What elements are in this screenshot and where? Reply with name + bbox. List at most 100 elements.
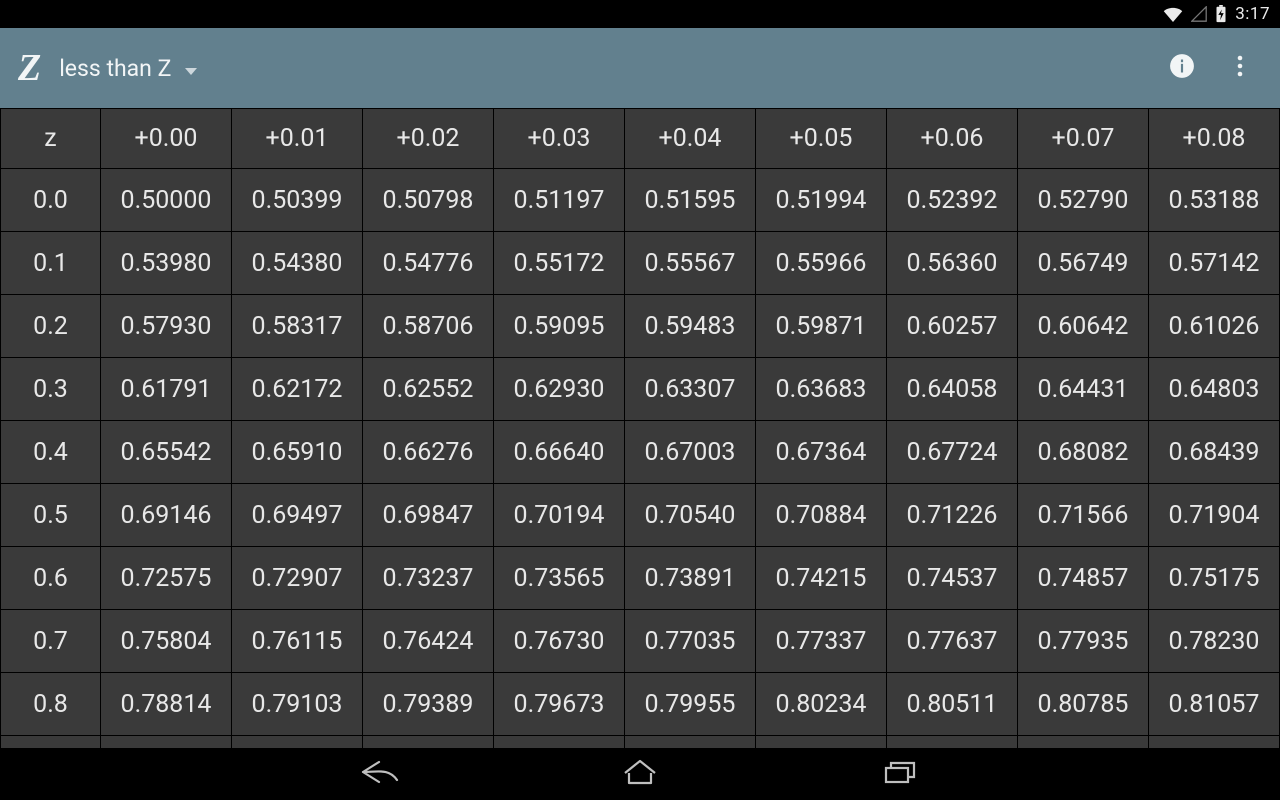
z-cell[interactable]: 0.55966 — [756, 232, 887, 295]
z-cell[interactable]: 0.54776 — [363, 232, 494, 295]
z-cell[interactable]: 0.55567 — [625, 232, 756, 295]
z-cell[interactable]: 0.58317 — [232, 295, 363, 358]
z-cell[interactable]: 0.67003 — [625, 421, 756, 484]
z-cell[interactable]: 0.66640 — [494, 421, 625, 484]
z-cell[interactable] — [887, 736, 1018, 749]
z-cell[interactable]: 0.68439 — [1149, 421, 1280, 484]
z-cell[interactable]: 0.70194 — [494, 484, 625, 547]
row-z-label[interactable]: 0.1 — [1, 232, 101, 295]
z-cell[interactable]: 0.81057 — [1149, 673, 1280, 736]
z-cell[interactable]: 0.57142 — [1149, 232, 1280, 295]
z-cell[interactable]: 0.59095 — [494, 295, 625, 358]
z-cell[interactable]: 0.51197 — [494, 169, 625, 232]
z-cell[interactable] — [101, 736, 232, 749]
z-cell[interactable]: 0.69847 — [363, 484, 494, 547]
z-cell[interactable]: 0.80785 — [1018, 673, 1149, 736]
z-cell[interactable]: 0.79955 — [625, 673, 756, 736]
z-cell[interactable]: 0.73237 — [363, 547, 494, 610]
z-cell[interactable] — [1018, 736, 1149, 749]
z-cell[interactable]: 0.65542 — [101, 421, 232, 484]
z-cell[interactable]: 0.76730 — [494, 610, 625, 673]
z-cell[interactable]: 0.58706 — [363, 295, 494, 358]
z-cell[interactable]: 0.56749 — [1018, 232, 1149, 295]
z-cell[interactable]: 0.80511 — [887, 673, 1018, 736]
z-cell[interactable]: 0.69497 — [232, 484, 363, 547]
z-cell[interactable]: 0.62172 — [232, 358, 363, 421]
z-cell[interactable]: 0.77935 — [1018, 610, 1149, 673]
z-cell[interactable]: 0.53188 — [1149, 169, 1280, 232]
z-cell[interactable]: 0.77035 — [625, 610, 756, 673]
z-cell[interactable] — [363, 736, 494, 749]
z-cell[interactable]: 0.54380 — [232, 232, 363, 295]
row-z-label[interactable]: 0.3 — [1, 358, 101, 421]
z-cell[interactable]: 0.50798 — [363, 169, 494, 232]
z-cell[interactable]: 0.74215 — [756, 547, 887, 610]
z-cell[interactable]: 0.66276 — [363, 421, 494, 484]
row-z-label[interactable]: 0.7 — [1, 610, 101, 673]
z-cell[interactable]: 0.61791 — [101, 358, 232, 421]
row-z-label[interactable]: 0.8 — [1, 673, 101, 736]
z-cell[interactable]: 0.78230 — [1149, 610, 1280, 673]
z-cell[interactable]: 0.70540 — [625, 484, 756, 547]
z-cell[interactable] — [756, 736, 887, 749]
z-cell[interactable]: 0.79389 — [363, 673, 494, 736]
z-cell[interactable]: 0.61026 — [1149, 295, 1280, 358]
z-cell[interactable]: 0.64058 — [887, 358, 1018, 421]
z-cell[interactable]: 0.56360 — [887, 232, 1018, 295]
z-cell[interactable]: 0.68082 — [1018, 421, 1149, 484]
row-z-label[interactable]: 0.0 — [1, 169, 101, 232]
z-cell[interactable]: 0.76115 — [232, 610, 363, 673]
z-cell[interactable]: 0.50399 — [232, 169, 363, 232]
z-cell[interactable]: 0.62930 — [494, 358, 625, 421]
z-cell[interactable]: 0.76424 — [363, 610, 494, 673]
z-cell[interactable]: 0.79673 — [494, 673, 625, 736]
z-cell[interactable] — [494, 736, 625, 749]
recents-button[interactable] — [870, 752, 930, 796]
home-button[interactable] — [610, 752, 670, 796]
z-cell[interactable] — [232, 736, 363, 749]
back-button[interactable] — [350, 752, 410, 796]
z-cell[interactable]: 0.72907 — [232, 547, 363, 610]
z-cell[interactable]: 0.75175 — [1149, 547, 1280, 610]
z-cell[interactable]: 0.74537 — [887, 547, 1018, 610]
info-button[interactable] — [1160, 46, 1204, 90]
z-cell[interactable]: 0.72575 — [101, 547, 232, 610]
z-cell[interactable]: 0.63307 — [625, 358, 756, 421]
z-cell[interactable]: 0.80234 — [756, 673, 887, 736]
z-cell[interactable]: 0.53980 — [101, 232, 232, 295]
z-cell[interactable]: 0.65910 — [232, 421, 363, 484]
mode-dropdown[interactable]: less than Z — [59, 55, 197, 82]
z-cell[interactable]: 0.60642 — [1018, 295, 1149, 358]
z-cell[interactable]: 0.71904 — [1149, 484, 1280, 547]
z-cell[interactable]: 0.52392 — [887, 169, 1018, 232]
z-cell[interactable]: 0.75804 — [101, 610, 232, 673]
z-cell[interactable]: 0.73565 — [494, 547, 625, 610]
z-cell[interactable]: 0.62552 — [363, 358, 494, 421]
z-cell[interactable]: 0.64803 — [1149, 358, 1280, 421]
z-cell[interactable]: 0.52790 — [1018, 169, 1149, 232]
z-cell[interactable]: 0.59871 — [756, 295, 887, 358]
row-z-label[interactable]: 0.6 — [1, 547, 101, 610]
z-cell[interactable]: 0.69146 — [101, 484, 232, 547]
z-cell[interactable]: 0.50000 — [101, 169, 232, 232]
z-cell[interactable]: 0.70884 — [756, 484, 887, 547]
z-cell[interactable]: 0.51994 — [756, 169, 887, 232]
row-z-label[interactable]: 0.2 — [1, 295, 101, 358]
z-cell[interactable]: 0.77337 — [756, 610, 887, 673]
row-z-label[interactable]: 0.5 — [1, 484, 101, 547]
z-cell[interactable]: 0.51595 — [625, 169, 756, 232]
z-cell[interactable]: 0.55172 — [494, 232, 625, 295]
z-cell[interactable]: 0.63683 — [756, 358, 887, 421]
z-cell[interactable]: 0.67364 — [756, 421, 887, 484]
z-cell[interactable]: 0.64431 — [1018, 358, 1149, 421]
z-cell[interactable]: 0.79103 — [232, 673, 363, 736]
z-cell[interactable]: 0.71226 — [887, 484, 1018, 547]
z-cell[interactable]: 0.71566 — [1018, 484, 1149, 547]
z-cell[interactable]: 0.78814 — [101, 673, 232, 736]
z-cell[interactable] — [625, 736, 756, 749]
z-cell[interactable]: 0.59483 — [625, 295, 756, 358]
z-cell[interactable]: 0.77637 — [887, 610, 1018, 673]
z-cell[interactable]: 0.73891 — [625, 547, 756, 610]
z-cell[interactable]: 0.67724 — [887, 421, 1018, 484]
overflow-menu-button[interactable] — [1218, 46, 1262, 90]
